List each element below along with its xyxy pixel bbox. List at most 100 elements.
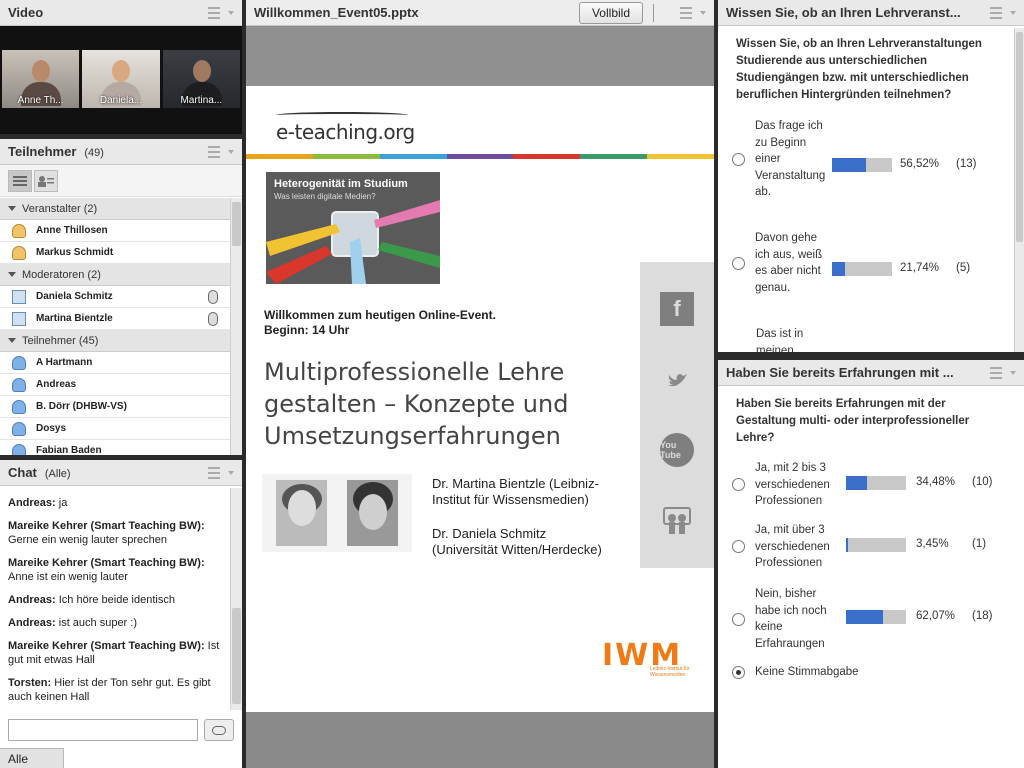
slide-title-line: gestalten – Konzepte und xyxy=(264,390,569,418)
welcome-text: Willkommen zum heutigen Online-Event. Be… xyxy=(264,308,496,338)
attendees-pod: Teilnehmer (49) Veranstalter (2) Anne Thi… xyxy=(0,139,242,455)
chat-sender: Mareike Kehrer (Smart Teaching BW): xyxy=(8,640,205,652)
pod-menu-icon[interactable] xyxy=(202,145,234,158)
pod-menu-icon[interactable] xyxy=(202,6,234,19)
video-thumbnail[interactable]: Martina... xyxy=(162,50,240,108)
send-message-button[interactable] xyxy=(204,719,234,741)
attendee-name: Dosys xyxy=(36,423,67,434)
attendee-row[interactable]: Markus Schmidt xyxy=(0,242,230,264)
radio-button[interactable] xyxy=(732,256,745,270)
chat-sender: Mareike Kehrer (Smart Teaching BW): xyxy=(8,557,205,569)
result-percent: 3,45% xyxy=(916,538,949,550)
radio-button[interactable] xyxy=(732,152,745,166)
result-percent: 56,52% xyxy=(900,158,940,170)
result-percent: 21,74% xyxy=(900,262,940,274)
twitter-icon xyxy=(660,363,694,397)
poll-option-abstain[interactable]: Keine Stimmabgabe xyxy=(718,664,1018,681)
poll-option[interactable]: Nein, bisher habe ich noch keine Erfahra… xyxy=(718,586,1018,652)
poll-option-label: Das ist in meinen xyxy=(756,328,804,352)
attendee-view-icon[interactable] xyxy=(34,169,58,192)
microphone-icon xyxy=(208,312,218,326)
user-icon xyxy=(12,421,26,436)
result-percent: 34,48% xyxy=(916,476,956,488)
social-media-bar: f You Tube xyxy=(640,262,714,568)
slideshare-icon xyxy=(660,504,694,538)
facebook-icon: f xyxy=(660,292,694,327)
group-header-presenters[interactable]: Moderatoren (2) xyxy=(0,264,230,286)
user-icon xyxy=(12,377,26,392)
video-pod-header: Video xyxy=(0,0,242,26)
speaker-2-line: Dr. Daniela Schmitz xyxy=(432,526,547,541)
attendee-row[interactable]: Martina Bientzle xyxy=(0,308,230,330)
result-bar-fill xyxy=(832,158,866,172)
pod-menu-icon[interactable] xyxy=(984,6,1016,19)
result-bar xyxy=(846,538,906,552)
poll-option-label: Ja, mit 2 bis 3 verschiedenen Profession… xyxy=(755,462,830,507)
poll-option[interactable]: Ja, mit 2 bis 3 verschiedenen Profession… xyxy=(718,460,1018,510)
speaker-1-line: Institut für Wissensmedien) xyxy=(432,492,589,507)
chat-pod: Chat (Alle) Andreas: ja Mareike Kehrer (S… xyxy=(0,460,242,768)
heterogeneity-illustration: Heterogenität im Studium Was leisten dig… xyxy=(266,172,440,284)
pod-menu-icon[interactable] xyxy=(984,366,1016,379)
fullscreen-button[interactable]: Vollbild xyxy=(578,1,643,24)
attendee-name: Andreas xyxy=(36,379,77,390)
attendee-row[interactable]: A Hartmann xyxy=(0,352,230,374)
poll-option[interactable]: Davon gehe ich aus, weiß es aber nicht g… xyxy=(718,230,1008,296)
slide-title-line: Umsetzungserfahrungen xyxy=(264,422,561,450)
chat-scrollbar[interactable] xyxy=(230,488,242,710)
radio-button-selected[interactable] xyxy=(732,665,745,679)
pod-menu-icon[interactable] xyxy=(202,466,234,479)
attendees-scrollbar[interactable] xyxy=(230,198,242,455)
video-thumbnail[interactable]: Anne Th... xyxy=(2,50,80,108)
poll-option[interactable]: Das ist in meinen xyxy=(742,326,812,352)
poll-2-question: Haben Sie bereits Erfahrungen mit der Ge… xyxy=(736,398,970,444)
attendee-count: (49) xyxy=(84,147,104,159)
poll-1-scrollbar[interactable] xyxy=(1014,28,1024,352)
attendee-name: A Hartmann xyxy=(36,357,93,368)
list-view-icon[interactable] xyxy=(8,169,32,192)
video-thumbnail[interactable]: Daniela... xyxy=(82,50,160,108)
result-bar-fill xyxy=(846,476,867,490)
group-header-participants[interactable]: Teilnehmer (45) xyxy=(0,330,230,352)
video-participant-name: Martina... xyxy=(180,95,223,106)
speech-bubble-icon xyxy=(212,725,227,735)
attendee-row[interactable]: Fabian Baden xyxy=(0,440,230,455)
result-count: (1) xyxy=(972,538,987,550)
poll-option-label: Ja, mit über 3 verschiedenen Professione… xyxy=(755,524,830,569)
poll-option[interactable]: Das frage ich zu Beginn einer Veranstalt… xyxy=(718,118,1008,201)
attendee-row[interactable]: Anne Thillosen xyxy=(0,220,230,242)
poll-option[interactable]: Ja, mit über 3 verschiedenen Professione… xyxy=(718,522,1018,572)
chat-message: Mareike Kehrer (Smart Teaching BW): Anne… xyxy=(8,556,222,584)
chat-sender: Andreas: xyxy=(8,497,56,509)
attendee-row[interactable]: Daniela Schmitz xyxy=(0,286,230,308)
youtube-icon: You Tube xyxy=(660,433,694,468)
chat-pod-header: Chat (Alle) xyxy=(0,460,242,486)
attendee-row[interactable]: B. Dörr (DHBW-VS) xyxy=(0,396,230,418)
attendee-row[interactable]: Andreas xyxy=(0,374,230,396)
radio-button[interactable] xyxy=(732,478,745,492)
speaker-photo xyxy=(347,480,398,546)
radio-button[interactable] xyxy=(732,540,745,554)
result-bar-fill xyxy=(846,538,849,552)
chat-input[interactable] xyxy=(8,719,199,741)
group-label: Teilnehmer (45) xyxy=(22,334,99,347)
share-pod: Willkommen_Event05.pptx Vollbild e-teach… xyxy=(246,0,714,768)
video-pod: Video Anne Th... Daniela... Martina... xyxy=(0,0,242,134)
attendee-row[interactable]: Dosys xyxy=(0,418,230,440)
radio-button[interactable] xyxy=(732,612,745,626)
chat-sender: Torsten: xyxy=(8,677,52,689)
share-pod-header: Willkommen_Event05.pptx Vollbild xyxy=(246,0,714,26)
presenter-icon xyxy=(12,311,26,326)
chat-tab-all[interactable]: Alle xyxy=(0,748,64,768)
slide-title-line: Multiprofessionelle Lehre xyxy=(264,358,565,386)
chat-text: Ich höre beide identisch xyxy=(55,594,175,606)
chat-sender: Andreas: xyxy=(8,617,56,629)
group-header-hosts[interactable]: Veranstalter (2) xyxy=(0,198,230,220)
result-count: (18) xyxy=(972,610,993,622)
speaker-photo xyxy=(276,480,327,546)
chat-message: Mareike Kehrer (Smart Teaching BW): Gern… xyxy=(8,519,222,547)
attendee-name: Daniela Schmitz xyxy=(36,291,113,302)
video-participant-name: Anne Th... xyxy=(17,95,64,106)
group-label: Moderatoren (2) xyxy=(22,268,101,281)
pod-menu-icon[interactable] xyxy=(674,6,706,19)
